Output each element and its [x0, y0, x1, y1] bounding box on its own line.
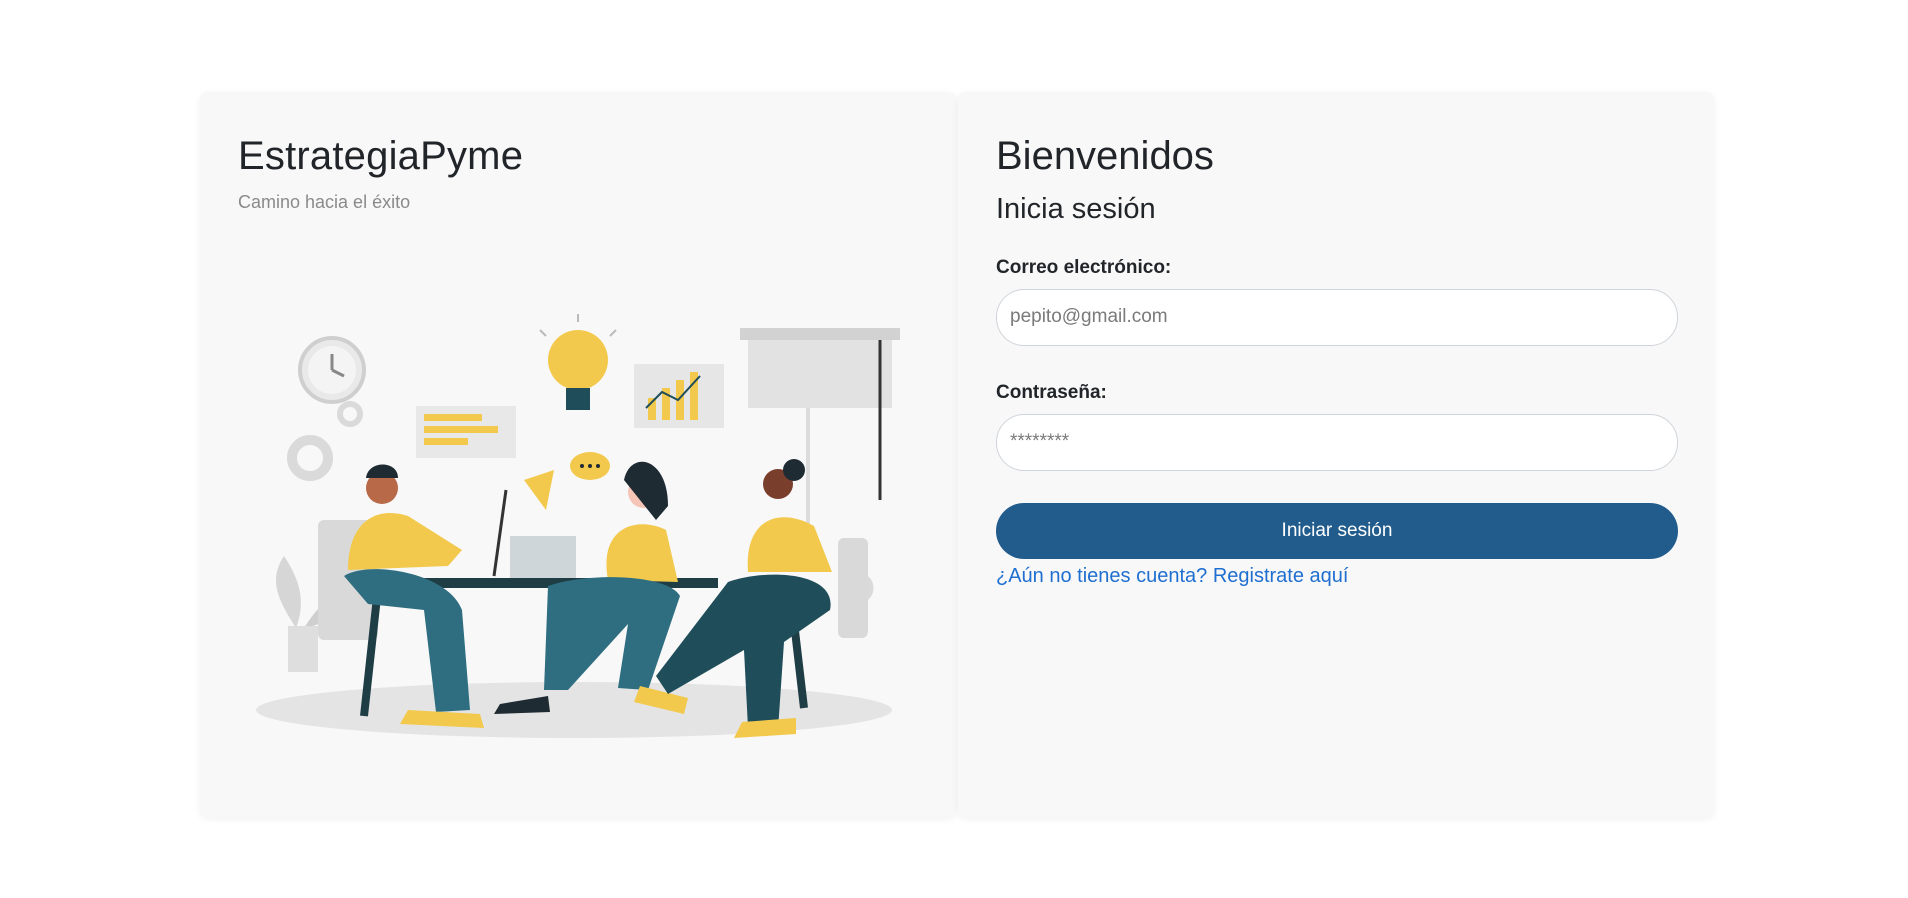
brand-subtitle: Camino hacia el éxito [238, 192, 411, 212]
team-meeting-illustration [256, 314, 900, 738]
password-field[interactable] [996, 413, 1678, 471]
brand-card: EstrategiaPyme Camino hacia el éxito [200, 92, 956, 817]
login-button[interactable]: Iniciar sesión [996, 502, 1678, 559]
email-label: Correo electrónico: [996, 256, 1172, 278]
email-field[interactable] [996, 288, 1678, 346]
welcome-heading: Bienvenidos [996, 134, 1214, 178]
register-link[interactable]: ¿Aún no tienes cuenta? Registrate aquí [996, 565, 1348, 588]
password-label: Contraseña: [996, 381, 1107, 403]
brand-title: EstrategiaPyme [238, 134, 524, 178]
login-page: EstrategiaPyme Camino hacia el éxito Bie… [200, 92, 1714, 817]
login-title: Inicia sesión [996, 193, 1156, 225]
login-card: Bienvenidos Inicia sesión Correo electró… [958, 92, 1714, 817]
